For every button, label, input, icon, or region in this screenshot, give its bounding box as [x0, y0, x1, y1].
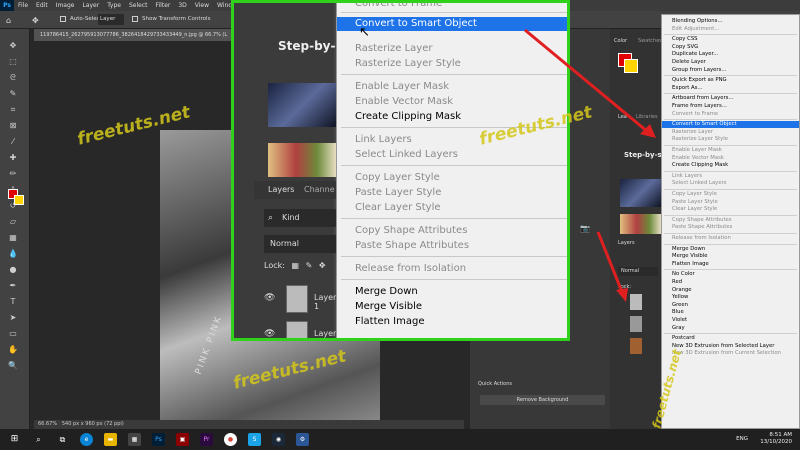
search-icon[interactable]: ⌕	[32, 433, 45, 446]
chrome-icon[interactable]: ●	[224, 433, 237, 446]
edge-icon[interactable]: e	[80, 433, 93, 446]
annotation-arrows	[524, 28, 656, 302]
settings-gear-icon[interactable]: ⚙	[296, 433, 309, 446]
windows-taskbar: ⊞ ⌕ ⧉ e ▬ ▦ Ps ▣ Pr ● S ◉ ⚙ ENG 8:51 AM …	[0, 429, 800, 450]
task-view-icon[interactable]: ⧉	[56, 433, 69, 446]
file-explorer-icon[interactable]: ▬	[104, 433, 117, 446]
skype-icon[interactable]: S	[248, 433, 261, 446]
arrow-head	[616, 288, 628, 302]
store-icon[interactable]: ▦	[128, 433, 141, 446]
arrow-to-convert-smart-object	[524, 28, 649, 134]
windows-start-icon[interactable]: ⊞	[8, 433, 21, 446]
premiere-icon[interactable]: Pr	[200, 433, 213, 446]
language-indicator[interactable]: ENG	[736, 436, 748, 442]
arrow-to-layer	[596, 231, 624, 293]
clock[interactable]: 8:51 AM 13/10/2020	[760, 432, 792, 446]
clock-time: 8:51 AM	[769, 432, 792, 438]
app-icon[interactable]: ▣	[176, 433, 189, 446]
steam-icon[interactable]: ◉	[272, 433, 285, 446]
clock-date: 13/10/2020	[760, 439, 792, 445]
photoshop-taskbar-icon[interactable]: Ps	[152, 433, 165, 446]
